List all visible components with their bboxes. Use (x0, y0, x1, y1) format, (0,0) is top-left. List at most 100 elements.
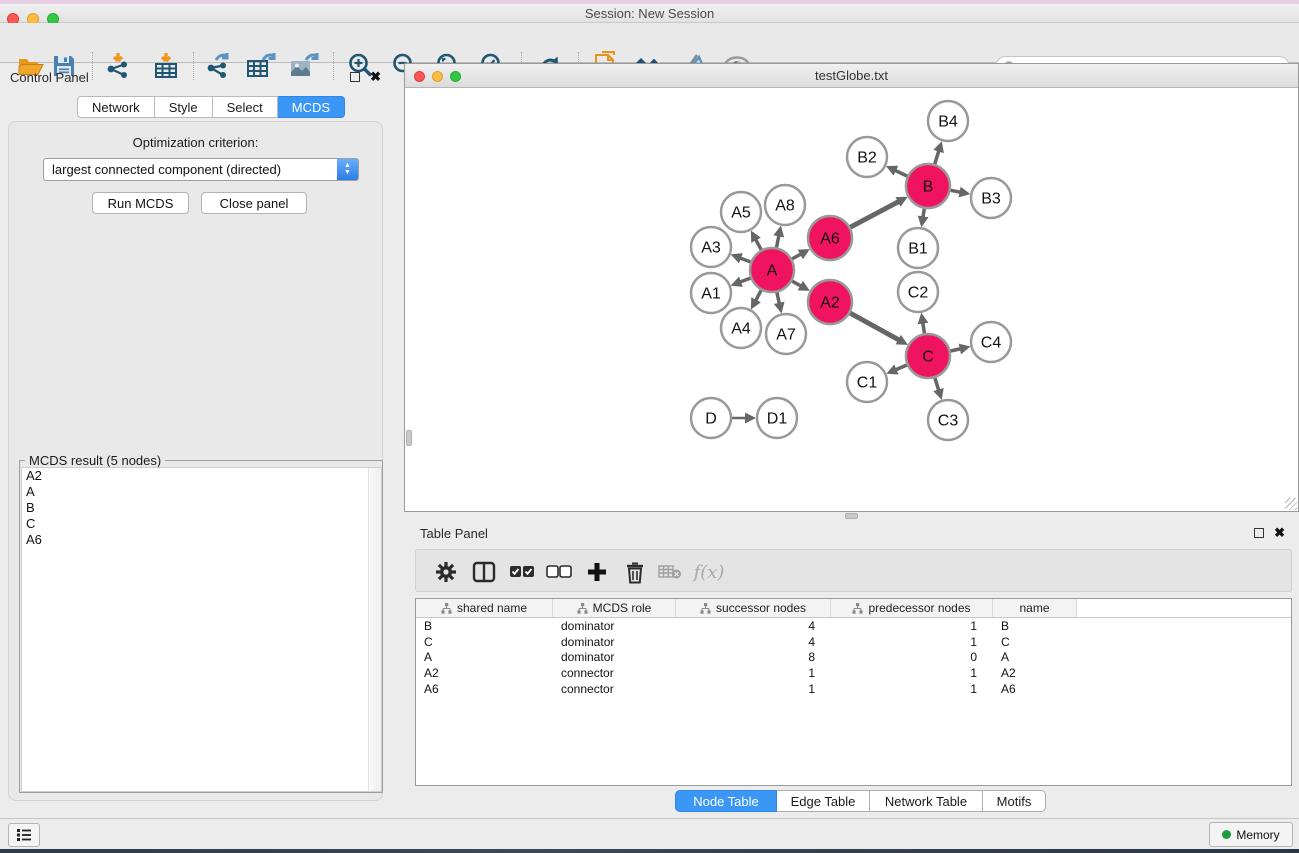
graph-node-label: B (923, 179, 934, 196)
graph-node-label: B2 (857, 150, 877, 167)
memory-status-icon (1222, 830, 1231, 839)
graph-node-label: C1 (857, 375, 878, 392)
graph-edge-C-C4[interactable] (950, 349, 961, 352)
table-cell: dominator (553, 619, 676, 633)
graph-node-label: C2 (908, 285, 929, 302)
main-toolbar (0, 23, 1299, 63)
table-row[interactable]: Cdominator41C (416, 634, 1291, 650)
add-column-icon[interactable] (582, 557, 612, 587)
optimization-select-value: largest connected component (directed) (44, 162, 337, 177)
graph-edge-A-A8[interactable] (777, 234, 780, 247)
run-mcds-button[interactable]: Run MCDS (92, 192, 189, 214)
delete-column-icon[interactable] (620, 557, 650, 587)
close-table-panel-icon[interactable]: ✖ (1274, 528, 1285, 538)
close-network-window-button[interactable] (414, 71, 425, 82)
table-panel-tabs: Node TableEdge TableNetwork TableMotifs (675, 790, 1046, 812)
tab-select[interactable]: Select (213, 96, 278, 118)
select-all-rows-icon[interactable] (507, 557, 537, 587)
graph-edge-B-B4[interactable] (935, 150, 939, 164)
graph-edge-A6-B[interactable] (850, 201, 899, 227)
control-panel-title: Control Panel (10, 70, 89, 85)
tab-edge-table[interactable]: Edge Table (777, 790, 870, 812)
delete-table-icon[interactable] (655, 557, 685, 587)
graph-edge-A2-C[interactable] (850, 313, 900, 340)
table-cell: 4 (676, 619, 831, 633)
result-item[interactable]: C (22, 516, 381, 532)
horizontal-scrollbar-thumb[interactable] (845, 513, 858, 519)
table-body: Bdominator41BCdominator41CAdominator80AA… (416, 618, 1291, 697)
graph-node-label: B4 (938, 114, 958, 131)
graph-edge-A-A5[interactable] (755, 238, 761, 249)
result-item[interactable]: A6 (22, 532, 381, 548)
node-table[interactable]: shared nameMCDS rolesuccessor nodesprede… (415, 598, 1292, 786)
graph-node-label: C4 (981, 335, 1002, 352)
column-visibility-icon[interactable] (469, 557, 499, 587)
column-header[interactable]: name (993, 599, 1077, 617)
tab-node-table[interactable]: Node Table (675, 790, 777, 812)
graph-edge-B-B2[interactable] (894, 170, 907, 176)
result-item[interactable]: B (22, 500, 381, 516)
tab-network-table[interactable]: Network Table (870, 790, 983, 812)
graph-edge-A-A1[interactable] (739, 278, 750, 282)
tab-network[interactable]: Network (77, 96, 155, 118)
close-panel-button[interactable]: Close panel (201, 192, 307, 214)
result-item[interactable]: A (22, 484, 381, 500)
task-history-button[interactable] (8, 823, 40, 847)
graph-node-label: B3 (981, 191, 1001, 208)
table-cell: C (416, 635, 553, 649)
graph-edge-C-C1[interactable] (895, 365, 907, 370)
resize-handle[interactable] (1285, 498, 1297, 510)
graph-edge-C-C3[interactable] (935, 378, 939, 391)
network-window-titlebar[interactable]: testGlobe.txt (405, 64, 1298, 88)
table-cell: A6 (416, 682, 553, 696)
table-row[interactable]: A2connector11A2 (416, 665, 1291, 681)
optimization-select[interactable]: largest connected component (directed) ▲… (43, 158, 359, 181)
graph-node-label: A3 (701, 240, 721, 257)
mcds-result-title: MCDS result (5 nodes) (25, 453, 165, 468)
memory-button[interactable]: Memory (1209, 822, 1293, 847)
float-panel-icon[interactable] (350, 72, 360, 82)
graph-edge-A-A3[interactable] (739, 258, 750, 262)
close-panel-icon[interactable]: ✖ (370, 72, 381, 82)
graph-edge-C-C2[interactable] (923, 322, 925, 334)
vertical-scrollbar-thumb[interactable] (406, 430, 412, 446)
table-header-row: shared nameMCDS rolesuccessor nodesprede… (416, 599, 1291, 618)
result-item[interactable]: A2 (22, 468, 381, 484)
table-options-gear-icon[interactable] (431, 557, 461, 587)
maximize-network-window-button[interactable] (450, 71, 461, 82)
column-header[interactable]: predecessor nodes (831, 599, 993, 617)
function-builder-icon[interactable]: f(x) (688, 557, 730, 587)
tab-motifs[interactable]: Motifs (983, 790, 1046, 812)
graph-node-label: C (922, 349, 934, 366)
network-graph[interactable]: B4B2BB3A5A8A6A3B1AA1A2C2A4A7CC4C1C3DD1 (405, 88, 1298, 511)
graph-edge-B-B3[interactable] (951, 190, 962, 192)
hierarchy-icon (852, 603, 863, 614)
desktop-strip-bottom (0, 849, 1299, 853)
column-header[interactable]: shared name (416, 599, 553, 617)
table-cell: A6 (993, 682, 1077, 696)
control-panel-header: Control Panel ✖ (0, 63, 391, 91)
table-cell: 4 (676, 635, 831, 649)
table-row[interactable]: Adominator80A (416, 650, 1291, 666)
memory-label: Memory (1236, 828, 1279, 842)
minimize-network-window-button[interactable] (432, 71, 443, 82)
deselect-all-rows-icon[interactable] (544, 557, 574, 587)
tab-style[interactable]: Style (155, 96, 213, 118)
table-row[interactable]: A6connector11A6 (416, 681, 1291, 697)
column-header[interactable]: MCDS role (553, 599, 676, 617)
tab-mcds[interactable]: MCDS (278, 96, 345, 118)
column-header[interactable]: successor nodes (676, 599, 831, 617)
table-cell: connector (553, 682, 676, 696)
network-window-title: testGlobe.txt (405, 64, 1298, 87)
table-row[interactable]: Bdominator41B (416, 618, 1291, 634)
mcds-result-list[interactable]: A2ABCA6 (21, 467, 382, 792)
task-list-icon (16, 828, 32, 842)
graph-edge-A-A6[interactable] (792, 253, 802, 258)
table-panel-header: Table Panel ✖ (404, 520, 1299, 546)
graph-edge-A-A4[interactable] (755, 290, 761, 301)
graph-edge-B-B1[interactable] (923, 209, 925, 219)
float-table-panel-icon[interactable] (1254, 528, 1264, 538)
graph-edge-A-A7[interactable] (777, 292, 780, 304)
scrollbar-track[interactable] (368, 468, 381, 791)
graph-edge-A-A2[interactable] (792, 281, 802, 286)
